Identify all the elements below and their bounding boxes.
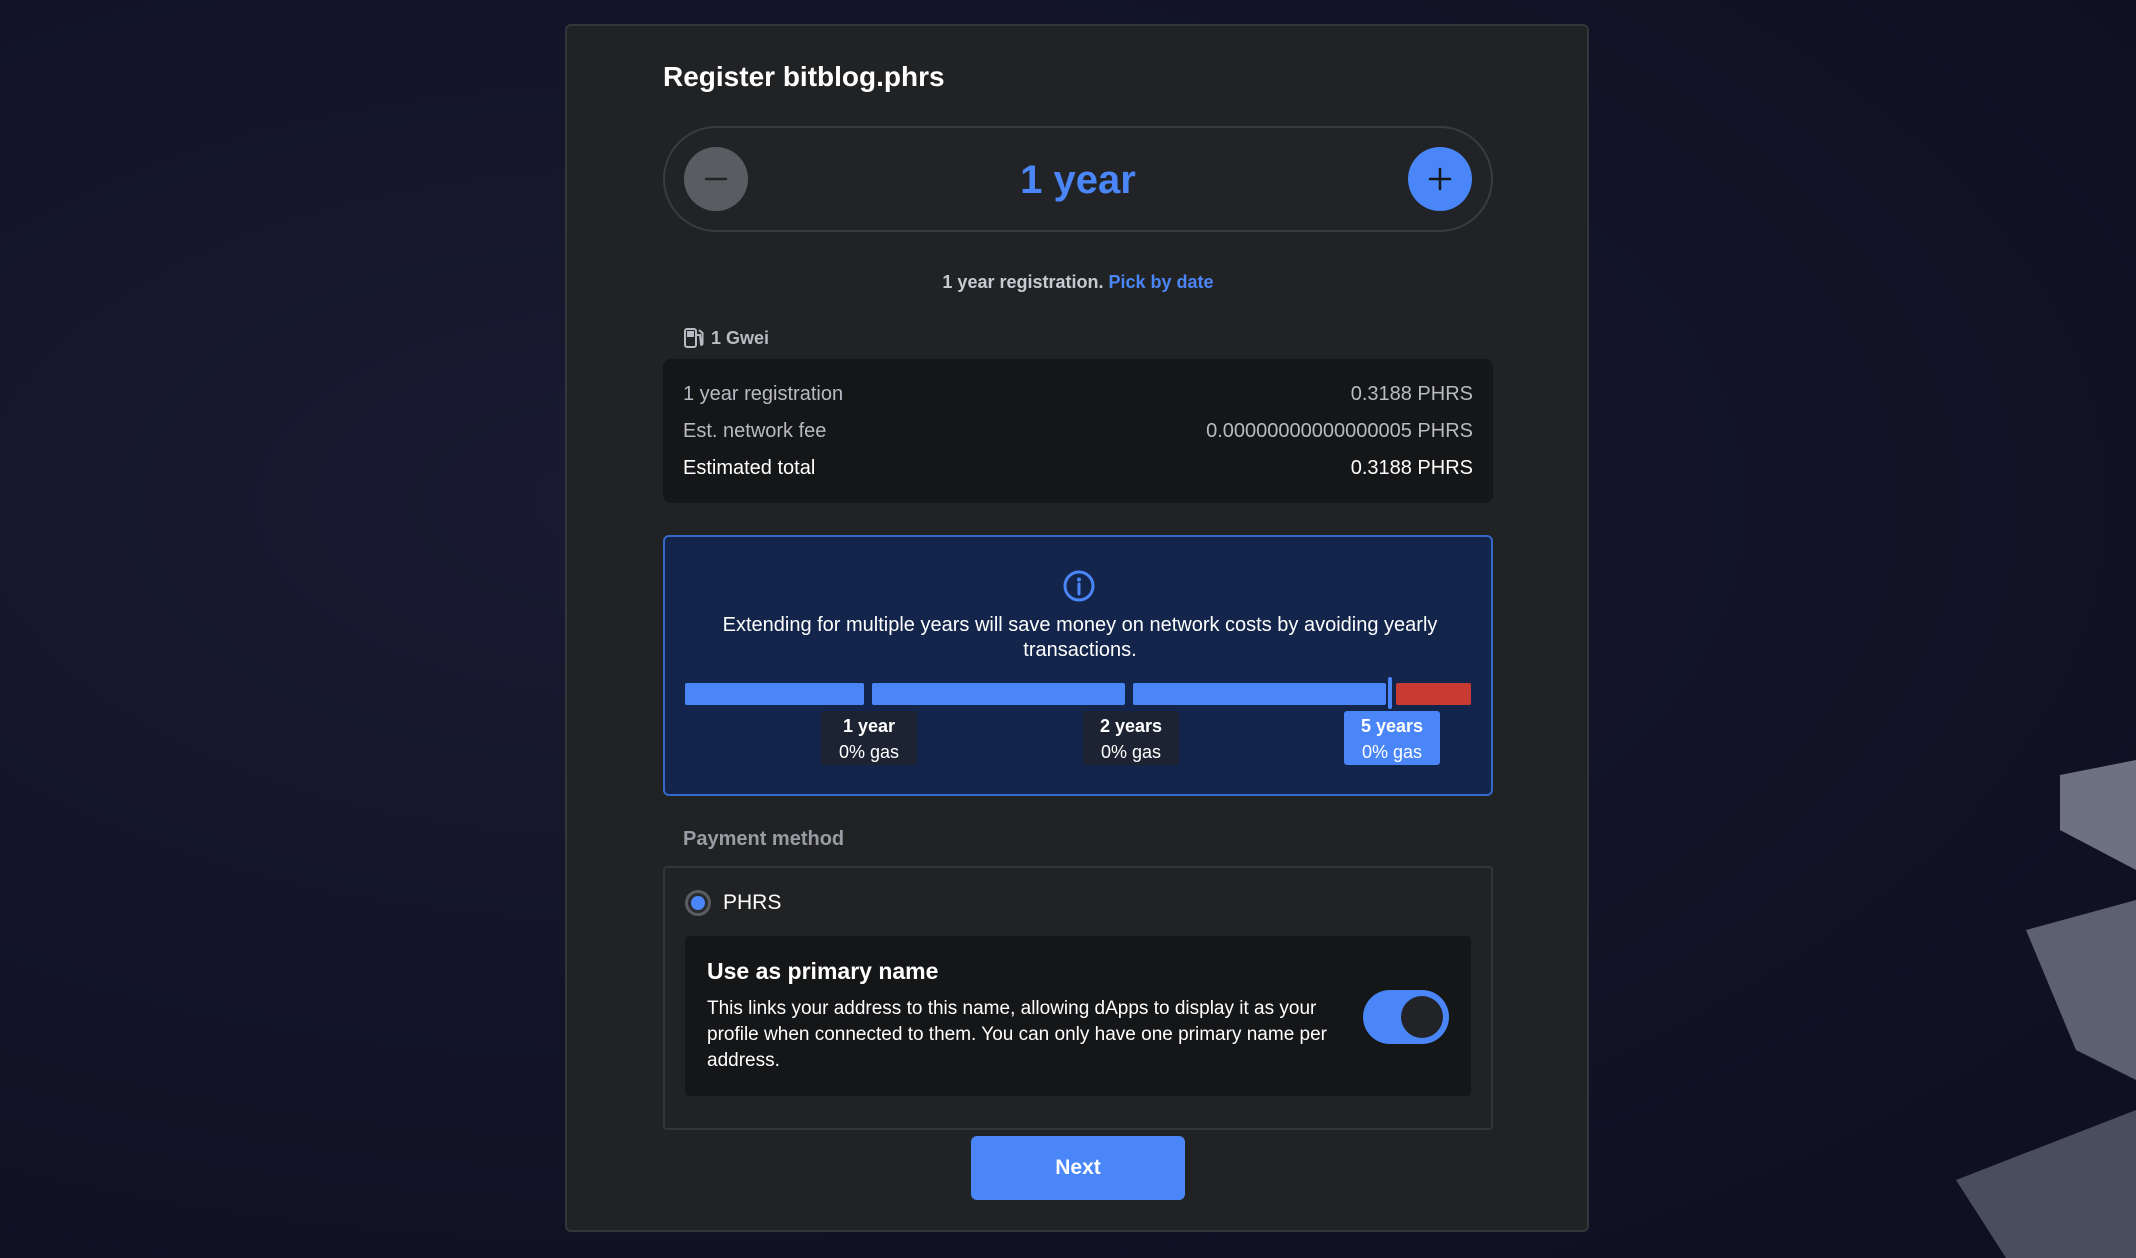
- duration-stepper: 1 year: [663, 126, 1493, 232]
- tick-gas: 0% gas: [1100, 742, 1162, 762]
- page-title: Register bitblog.phrs: [663, 61, 945, 92]
- fee-summary: 1 year registration 0.3188 PHRS Est. net…: [663, 359, 1493, 503]
- fee-value: 0.3188 PHRS: [1350, 457, 1473, 479]
- increase-duration-button[interactable]: [1408, 147, 1472, 211]
- plus-icon: [1428, 167, 1452, 191]
- fee-value: 0.00000000000000005 PHRS: [1206, 420, 1473, 442]
- radio-button[interactable]: [685, 890, 711, 916]
- payment-method-box: PHRS Use as primary name This links your…: [663, 866, 1493, 1130]
- gas-price-value: 1 Gwei: [711, 327, 770, 348]
- fee-label: Est. network fee: [683, 420, 827, 442]
- tick-years: 2 years: [1099, 716, 1163, 736]
- tick-1-year: 1 year 0% gas: [821, 711, 917, 765]
- register-card: Register bitblog.phrs 1 year 1 year regi…: [565, 24, 1589, 1232]
- payment-option-label: PHRS: [723, 891, 782, 914]
- next-button[interactable]: Next: [971, 1136, 1185, 1200]
- primary-name-toggle[interactable]: [1363, 990, 1449, 1044]
- duration-value: 1 year: [1020, 158, 1136, 202]
- toggle-knob: [1401, 996, 1443, 1038]
- fee-label: Estimated total: [683, 457, 816, 479]
- payment-method-label: Payment method: [683, 828, 845, 850]
- tick-gas: 0% gas: [838, 742, 900, 762]
- info-message: Extending for multiple years will save m…: [722, 614, 1438, 661]
- payment-option-phrs[interactable]: PHRS: [685, 890, 781, 916]
- bar-segment-5-years: [1133, 683, 1386, 705]
- tick-5-years: 5 years 0% gas: [1344, 711, 1440, 765]
- tick-2-years: 2 years 0% gas: [1083, 711, 1179, 765]
- duration-summary: 1 year registration.: [942, 272, 1104, 292]
- primary-name-title: Use as primary name: [707, 958, 939, 984]
- bar-segment-gas: [1396, 683, 1471, 705]
- tick-years: 5 years: [1360, 716, 1424, 736]
- info-icon: [1063, 570, 1095, 602]
- pick-by-date-link[interactable]: Pick by date: [1109, 272, 1214, 292]
- tick-years: 1 year: [842, 716, 896, 736]
- fee-row-total: Estimated total 0.3188 PHRS: [683, 453, 1473, 490]
- bar-marker: [1388, 677, 1392, 709]
- fee-row-network: Est. network fee 0.00000000000000005 PHR…: [683, 416, 1473, 453]
- fee-label: 1 year registration: [683, 383, 844, 405]
- background-decoration: [1956, 760, 2136, 1258]
- multi-year-info-box: Extending for multiple years will save m…: [663, 535, 1493, 796]
- bar-segment-2-years: [872, 683, 1125, 705]
- radio-selected-dot: [691, 896, 705, 910]
- fee-value: 0.3188 PHRS: [1350, 383, 1473, 405]
- gas-pump-icon: [684, 328, 704, 348]
- primary-name-description: This links your address to this name, al…: [707, 998, 1327, 1071]
- bar-segment-1-year: [685, 683, 864, 705]
- tick-gas: 0% gas: [1361, 742, 1423, 762]
- primary-name-panel: Use as primary name This links your addr…: [685, 936, 1471, 1096]
- savings-bar: [685, 677, 1471, 709]
- fee-row-registration: 1 year registration 0.3188 PHRS: [683, 379, 1473, 416]
- gas-price: 1 Gwei: [683, 327, 769, 349]
- duration-subtitle: 1 year registration. Pick by date: [663, 272, 1493, 293]
